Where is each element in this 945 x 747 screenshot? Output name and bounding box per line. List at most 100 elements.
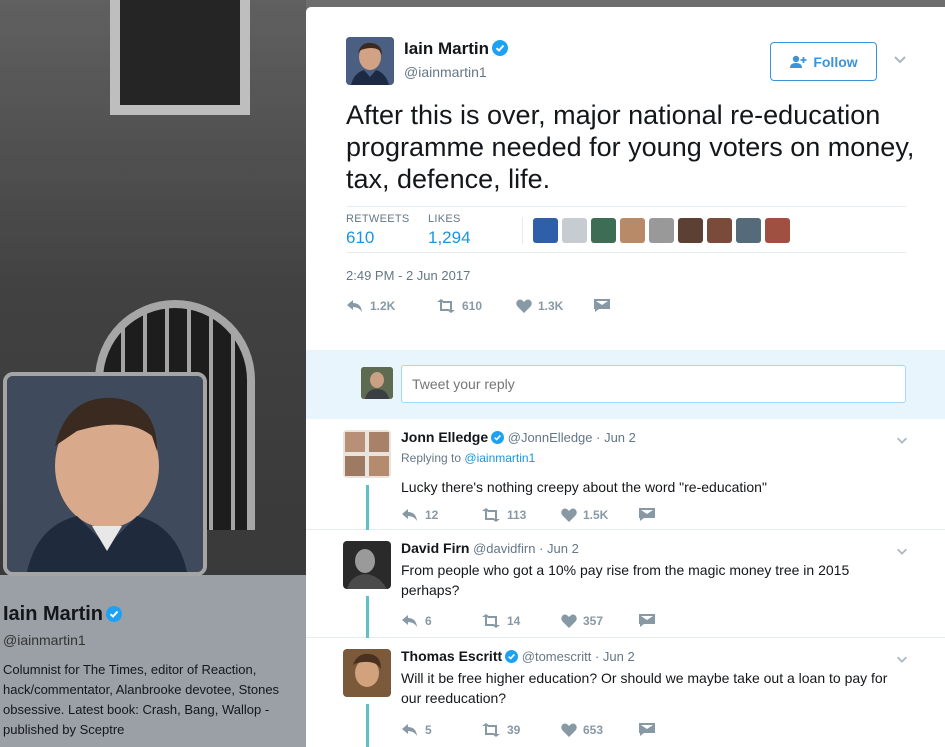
chevron-down-icon[interactable] (895, 544, 909, 558)
reply-author-handle[interactable]: @tomescritt (522, 649, 592, 664)
liker-avatar[interactable] (533, 218, 558, 243)
follow-label: Follow (813, 53, 858, 70)
message-action[interactable] (639, 614, 655, 628)
liker-avatar[interactable] (736, 218, 761, 243)
reply-text: From people who got a 10% pay rise from … (401, 562, 850, 598)
reply-action[interactable]: 12 (401, 508, 481, 522)
liker-avatar[interactable] (620, 218, 645, 243)
liker-avatar[interactable] (562, 218, 587, 243)
like-action[interactable]: 1.5K (561, 508, 639, 522)
heart-icon (561, 508, 577, 522)
profile-name-text[interactable]: Iain Martin (3, 603, 103, 625)
tweet-timestamp[interactable]: 2:49 PM - 2 Jun 2017 (346, 268, 470, 283)
reply-actions: 6 14 357 (401, 614, 655, 628)
replying-to-link[interactable]: @iainmartin1 (464, 451, 535, 465)
reply-tweet[interactable]: David Firn @davidfirn · Jun 2 From peopl… (306, 530, 945, 638)
reply-header: Thomas Escritt @tomescritt · Jun 2 (401, 648, 635, 664)
like-count: 653 (583, 723, 604, 737)
reply-tweet[interactable]: Thomas Escritt @tomescritt · Jun 2 Will … (306, 638, 945, 747)
retweet-action[interactable]: 14 (481, 614, 561, 628)
reply-avatar[interactable] (343, 430, 391, 478)
like-action[interactable]: 357 (561, 614, 639, 628)
reply-avatar[interactable] (343, 541, 391, 589)
retweets-stat[interactable]: RETWEETS 610 (346, 213, 410, 248)
current-user-avatar (361, 367, 393, 399)
verified-icon (505, 650, 519, 663)
profile-name[interactable]: Iain Martin (3, 603, 123, 626)
thread-line (366, 596, 369, 638)
tweet-stats: RETWEETS 610 LIKES 1,294 (346, 206, 906, 253)
retweet-action[interactable]: 113 (481, 508, 561, 522)
heart-icon (561, 614, 577, 628)
reply-composer (306, 350, 945, 419)
author-avatar[interactable] (346, 37, 394, 85)
thread-line (366, 704, 369, 747)
like-count: 1.3K (538, 299, 564, 313)
reply-date[interactable]: · Jun 2 (595, 649, 635, 664)
message-action[interactable] (594, 299, 610, 313)
reply-header: Jonn Elledge @JonnElledge · Jun 2 (401, 429, 636, 445)
reply-icon (402, 509, 417, 521)
envelope-icon (639, 614, 655, 627)
message-action[interactable] (639, 508, 655, 522)
retweet-action[interactable]: 610 (436, 299, 516, 313)
chevron-down-icon[interactable] (895, 652, 909, 666)
profile-avatar[interactable] (3, 372, 207, 576)
author-name[interactable]: Iain Martin (404, 39, 509, 59)
verified-icon (106, 606, 123, 622)
liker-avatar[interactable] (707, 218, 732, 243)
like-action[interactable]: 1.3K (516, 299, 594, 313)
author-name-text[interactable]: Iain Martin (404, 39, 489, 58)
retweet-icon (437, 299, 455, 313)
replying-prefix: Replying to (401, 451, 462, 465)
chevron-down-icon[interactable] (892, 51, 908, 67)
retweet-action[interactable]: 39 (481, 723, 561, 737)
envelope-icon (639, 723, 655, 736)
reply-author-handle[interactable]: @davidfirn (473, 541, 535, 556)
profile-bio: Columnist for The Times, editor of React… (3, 662, 280, 737)
reply-actions: 12 113 1.5K (401, 508, 655, 522)
like-count: 1.5K (583, 508, 609, 522)
reply-tweet[interactable]: Jonn Elledge @JonnElledge · Jun 2 Replyi… (306, 419, 945, 530)
chevron-down-icon[interactable] (895, 433, 909, 447)
envelope-icon (639, 508, 655, 521)
retweet-icon (482, 723, 500, 737)
liker-avatar[interactable] (591, 218, 616, 243)
thread-line (366, 485, 369, 530)
retweet-count: 610 (462, 299, 483, 313)
reply-avatar[interactable] (343, 649, 391, 697)
reply-author-handle[interactable]: @JonnElledge (508, 430, 593, 445)
follow-button[interactable]: Follow (770, 42, 877, 81)
reply-actions: 5 39 653 (401, 723, 655, 737)
reply-text: Lucky there's nothing creepy about the w… (401, 479, 767, 495)
liker-avatar[interactable] (765, 218, 790, 243)
liker-avatar[interactable] (678, 218, 703, 243)
reply-icon (347, 300, 362, 312)
reply-date[interactable]: · Jun 2 (596, 430, 636, 445)
reply-author-name[interactable]: Thomas Escritt (401, 648, 502, 664)
message-action[interactable] (639, 723, 655, 737)
like-action[interactable]: 653 (561, 723, 639, 737)
replying-to: Replying to @iainmartin1 (401, 451, 535, 465)
main-tweet: Iain Martin @iainmartin1 Follow After th… (306, 7, 945, 350)
reply-author-name[interactable]: David Firn (401, 540, 469, 556)
liker-avatar[interactable] (649, 218, 674, 243)
tweet-permalink-card: Iain Martin @iainmartin1 Follow After th… (306, 7, 945, 747)
likers-avatars (522, 217, 790, 244)
reply-action[interactable]: 1.2K (346, 299, 436, 313)
heart-icon (516, 299, 532, 313)
likes-stat[interactable]: LIKES 1,294 (428, 213, 471, 248)
reply-action[interactable]: 5 (401, 723, 481, 737)
author-handle[interactable]: @iainmartin1 (404, 64, 487, 80)
reply-header: David Firn @davidfirn · Jun 2 (401, 540, 579, 556)
profile-handle: @iainmartin1 (3, 632, 86, 648)
heart-icon (561, 723, 577, 737)
reply-input[interactable] (401, 365, 906, 403)
retweets-label: RETWEETS (346, 213, 410, 225)
reply-action[interactable]: 6 (401, 614, 481, 628)
reply-date[interactable]: · Jun 2 (539, 541, 579, 556)
reply-author-name[interactable]: Jonn Elledge (401, 429, 488, 445)
retweet-count: 39 (507, 723, 521, 737)
retweets-value: 610 (346, 228, 375, 247)
retweet-icon (482, 614, 500, 628)
